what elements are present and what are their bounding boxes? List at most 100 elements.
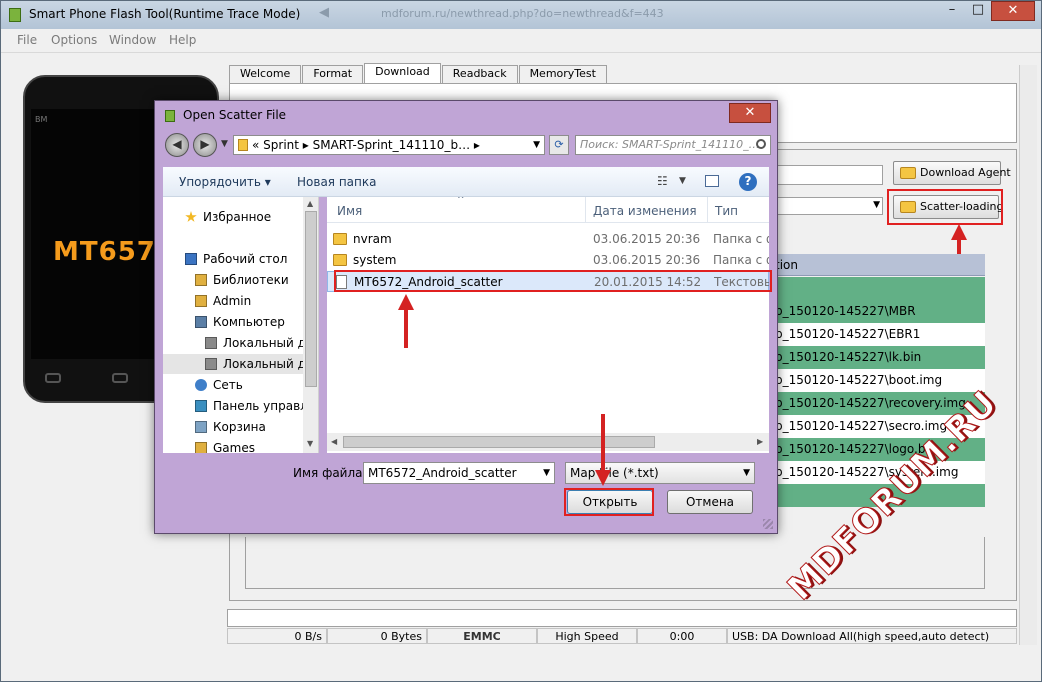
menu-file[interactable]: File	[17, 33, 37, 47]
column-date[interactable]: Дата изменения	[593, 204, 697, 218]
scroll-down-icon[interactable]: ▼	[307, 439, 313, 448]
highlight-open-button	[564, 488, 654, 516]
filetype-select[interactable]: Map File (*.txt) ▼	[565, 462, 755, 484]
nav-item-recycle-bin[interactable]: Корзина	[163, 417, 303, 437]
arrow-shaft	[404, 310, 408, 348]
list-item[interactable]: nvram 03.06.2015 20:36 Папка с ф	[327, 229, 769, 250]
hscroll-thumb[interactable]	[343, 436, 655, 448]
nav-scroll-thumb[interactable]	[305, 211, 317, 387]
table-row[interactable]: p_150120-145227\lk.bin	[773, 346, 985, 369]
column-divider[interactable]	[585, 197, 586, 223]
nav-item-desktop[interactable]: Рабочий стол	[163, 249, 303, 269]
new-folder-button[interactable]: Новая папка	[297, 175, 376, 189]
nav-item-label: Локальный ди	[223, 357, 303, 371]
nav-item-label: Компьютер	[213, 315, 285, 329]
scroll-up-icon[interactable]: ▲	[307, 199, 313, 208]
window-title: Smart Phone Flash Tool(Runtime Trace Mod…	[29, 7, 301, 21]
breadcrumb[interactable]: « Sprint ▸ SMART-Sprint_141110_b… ▸ ▼	[233, 135, 545, 155]
download-agent-path-input[interactable]	[761, 165, 883, 185]
cancel-button[interactable]: Отмена	[667, 490, 753, 514]
breadcrumb-path: « Sprint ▸ SMART-Sprint_141110_b… ▸	[252, 138, 480, 152]
nav-item-local-disk-1[interactable]: Локальный ди	[163, 333, 303, 353]
phone-model-label: MT657	[53, 237, 156, 267]
organize-button[interactable]: Упорядочить ▾	[179, 175, 271, 189]
nav-item-network[interactable]: Сеть	[163, 375, 303, 395]
arrow-up-icon	[951, 224, 967, 240]
tab-download[interactable]: Download	[364, 63, 441, 83]
nav-pane-scrollbar[interactable]: ▲ ▼	[303, 197, 318, 453]
arrow-shaft	[957, 240, 961, 254]
tab-welcome[interactable]: Welcome	[229, 65, 302, 83]
nav-item-label: Панель управле	[213, 399, 303, 413]
nav-item-favorites[interactable]: Избранное	[163, 207, 303, 227]
table-row[interactable]: p_150120-145227\EBR1	[773, 323, 985, 346]
table-row[interactable]: p_150120-145227\MBR	[773, 300, 985, 323]
main-scrollbar[interactable]	[1019, 65, 1037, 645]
help-icon[interactable]: ?	[739, 173, 757, 191]
recycle-bin-icon	[195, 421, 207, 433]
tab-memorytest[interactable]: MemoryTest	[518, 65, 607, 83]
nav-item-label: Games	[213, 441, 255, 453]
search-placeholder: Поиск: SMART-Sprint_141110_…	[580, 138, 760, 151]
refresh-icon[interactable]: ⟳	[549, 135, 569, 155]
dialog-close-button[interactable]: ✕	[729, 103, 771, 123]
menu-help[interactable]: Help	[169, 33, 196, 47]
nav-item-label: Библиотеки	[213, 273, 289, 287]
table-row[interactable]	[773, 277, 985, 300]
games-folder-icon	[195, 442, 207, 453]
tab-format[interactable]: Format	[302, 65, 364, 83]
history-dropdown-icon[interactable]: ▼	[221, 139, 228, 149]
chevron-down-icon[interactable]: ▼	[679, 176, 686, 186]
resize-grip[interactable]	[763, 519, 773, 529]
filename-input[interactable]: MT6572_Android_scatter ▼	[363, 462, 555, 484]
back-arrow-icon[interactable]: ◀	[165, 133, 189, 157]
open-scatter-dialog: Open Scatter File ✕ ◀ ▶ ▼ « Sprint ▸ SMA…	[154, 100, 778, 534]
arrow-shaft	[601, 414, 605, 470]
menu-window[interactable]: Window	[109, 33, 156, 47]
folder-icon	[333, 233, 347, 245]
minimize-button[interactable]: –	[939, 1, 965, 21]
nav-item-libraries[interactable]: Библиотеки	[163, 270, 303, 290]
menu-options[interactable]: Options	[51, 33, 97, 47]
scroll-right-icon[interactable]: ▶	[757, 437, 763, 446]
library-icon	[195, 274, 207, 286]
nav-item-label: Сеть	[213, 378, 243, 392]
window-controls: – □ ✕	[939, 1, 1035, 21]
ghost-back-icon: ◀	[319, 5, 329, 20]
highlight-scatter-loading	[887, 189, 1003, 225]
tab-readback[interactable]: Readback	[441, 65, 518, 83]
chevron-down-icon[interactable]: ▼	[533, 136, 540, 154]
dialog-title-bar[interactable]: Open Scatter File ✕	[155, 101, 777, 129]
column-type[interactable]: Тип	[715, 204, 738, 218]
table-row[interactable]: p_150120-145227\boot.img	[773, 369, 985, 392]
chevron-down-icon[interactable]: ▼	[543, 463, 550, 483]
nav-item-local-disk-2[interactable]: Локальный ди	[163, 354, 303, 374]
view-options-icon[interactable]: ☷	[657, 174, 668, 188]
status-time: 0:00	[637, 628, 727, 644]
column-divider[interactable]	[707, 197, 708, 223]
menu-bar: File Options Window Help	[1, 29, 1041, 53]
control-panel-icon	[195, 400, 207, 412]
list-item[interactable]: system 03.06.2015 20:36 Папка с ф	[327, 250, 769, 271]
file-list-hscrollbar[interactable]: ◀ ▶	[327, 433, 769, 451]
phone-menu-key-icon	[45, 373, 61, 383]
nav-item-admin[interactable]: Admin	[163, 291, 303, 311]
status-message: USB: DA Download All(high speed,auto det…	[727, 628, 1017, 644]
nav-item-computer[interactable]: Компьютер	[163, 312, 303, 332]
close-button[interactable]: ✕	[991, 1, 1035, 21]
scatter-file-select[interactable]: ▼	[761, 197, 883, 215]
network-icon	[195, 379, 207, 391]
search-input[interactable]: Поиск: SMART-Sprint_141110_…	[575, 135, 771, 155]
nav-item-games[interactable]: Games	[163, 438, 303, 453]
nav-item-control-panel[interactable]: Панель управле	[163, 396, 303, 416]
download-agent-button[interactable]: Download Agent	[893, 161, 1011, 185]
forward-arrow-icon[interactable]: ▶	[193, 133, 217, 157]
drive-icon	[205, 337, 217, 349]
title-bar[interactable]: Smart Phone Flash Tool(Runtime Trace Mod…	[1, 1, 1041, 29]
partition-table: p_150120-145227\MBR p_150120-145227\EBR1…	[773, 277, 985, 507]
preview-pane-icon[interactable]	[705, 175, 719, 187]
column-name[interactable]: Имя	[337, 204, 362, 218]
maximize-button[interactable]: □	[965, 1, 991, 21]
user-folder-icon	[195, 295, 207, 307]
scroll-left-icon[interactable]: ◀	[331, 437, 337, 446]
